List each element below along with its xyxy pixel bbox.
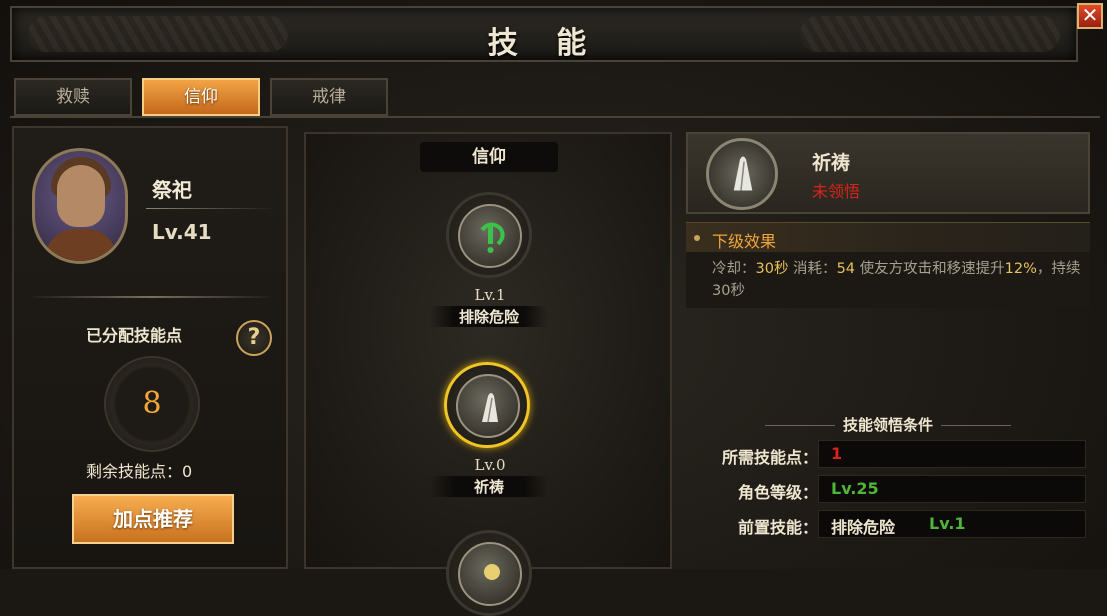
effect-header: 下级效果 — [686, 222, 1090, 253]
avatar-face — [57, 165, 105, 227]
effect-description: 冷却：30秒 消耗：54 使友方攻击和移速提升12%，持续30秒 — [712, 258, 1092, 302]
skill-detail-panel: 祈祷 未领悟 下级效果 冷却：30秒 消耗：54 使友方攻击和移速提升12%，持… — [686, 132, 1090, 569]
allocated-points-label: 已分配技能点 — [86, 326, 183, 345]
close-button[interactable]: ✕ — [1077, 3, 1103, 29]
skill-node-light[interactable] — [446, 530, 532, 616]
condition-row-points: 所需技能点： 1 — [686, 440, 1090, 470]
condition-label: 所需技能点： — [721, 448, 818, 467]
skill-header: 祈祷 未领悟 — [686, 132, 1090, 214]
tab-discipline[interactable]: 戒律 — [270, 78, 388, 116]
danger-exclaim-icon — [458, 204, 522, 268]
skill-tree: 信仰 Lv.1 排除危险 Lv.0 祈祷 — [304, 132, 672, 616]
tab-faith[interactable]: 信仰 — [142, 78, 260, 116]
light-icon — [458, 542, 522, 606]
bullet-icon — [694, 235, 700, 241]
condition-value-box: 排除危险 Lv.1 — [818, 510, 1086, 538]
avatar — [32, 148, 128, 264]
effect-text: 使友方攻击和移速提升 — [855, 261, 1005, 277]
skill-status: 未领悟 — [812, 182, 861, 201]
node-level: Lv.1 — [474, 286, 506, 304]
condition-value: Lv.25 — [831, 479, 879, 498]
window-title: 技 能 — [487, 26, 601, 61]
praying-hands-icon — [456, 374, 520, 438]
recommend-button[interactable]: 加点推荐 — [72, 494, 234, 544]
condition-value: 1 — [831, 444, 843, 463]
skill-window: 技 能 ✕ 救赎 信仰 戒律 祭祀 Lv.41 已分配技能点 ? 8 剩余技能点… — [0, 0, 1107, 616]
condition-row-level: 角色等级： Lv.25 — [686, 475, 1090, 505]
effect-title: 下级效果 — [712, 232, 777, 251]
effect-text: 冷却： — [712, 261, 756, 277]
effect-cooldown: 30秒 — [755, 261, 789, 277]
tab-bar: 救赎 信仰 戒律 — [14, 78, 388, 116]
title-bar: 技 能 — [10, 6, 1078, 62]
tree-header: 信仰 — [420, 142, 558, 172]
help-icon[interactable]: ? — [236, 320, 272, 356]
node-level: Lv.0 — [474, 456, 506, 474]
condition-value-level: Lv.1 — [929, 514, 966, 533]
allocated-points-ring: 8 — [104, 356, 200, 452]
avatar-body — [45, 229, 117, 261]
condition-label: 角色等级： — [737, 483, 818, 502]
praying-hands-icon — [706, 138, 778, 210]
condition-value-box: Lv.25 — [818, 475, 1086, 503]
skill-node-remove-danger[interactable] — [446, 192, 532, 278]
character-level: Lv.41 — [152, 220, 212, 244]
allocated-points-value: 8 — [142, 386, 162, 421]
node-name: 祈祷 — [430, 476, 548, 497]
name-divider — [146, 208, 276, 209]
remaining-points: 剩余技能点：0 — [86, 462, 193, 481]
panel-separator — [28, 296, 274, 298]
skill-name: 祈祷 — [812, 152, 851, 174]
conditions-title: 技能领悟条件 — [686, 414, 1090, 435]
skill-node-prayer[interactable] — [444, 362, 530, 448]
node-name: 排除危险 — [430, 306, 548, 327]
effect-boost: 12% — [1004, 261, 1037, 277]
tab-redemption[interactable]: 救赎 — [14, 78, 132, 116]
condition-value-box: 1 — [818, 440, 1086, 468]
effect-cost: 54 — [836, 261, 856, 277]
effect-text: 消耗： — [788, 261, 837, 277]
character-name: 祭祀 — [152, 178, 192, 202]
tab-divider — [10, 116, 1100, 118]
character-panel: 祭祀 Lv.41 已分配技能点 ? 8 剩余技能点：0 加点推荐 — [12, 126, 288, 569]
condition-row-prereq: 前置技能： 排除危险 Lv.1 — [686, 510, 1090, 540]
condition-label: 前置技能： — [737, 518, 818, 537]
condition-value: 排除危险 — [831, 518, 896, 537]
